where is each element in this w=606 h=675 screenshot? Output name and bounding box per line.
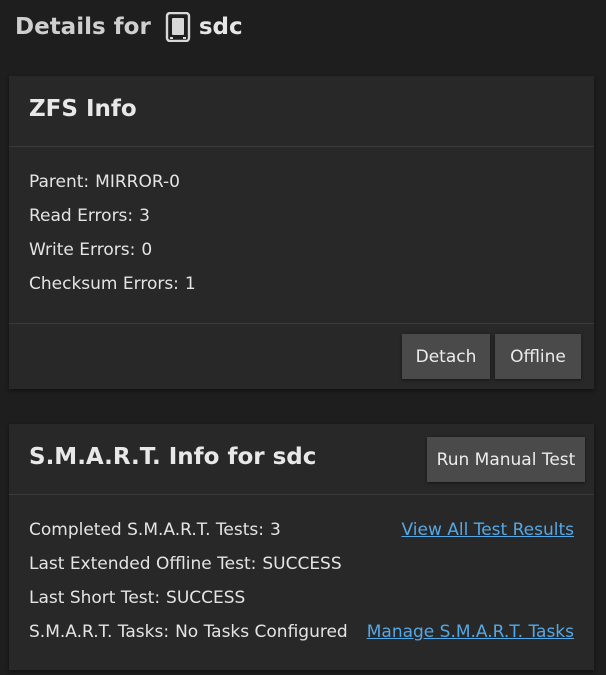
- parent-row: Parent: MIRROR-0: [29, 171, 180, 193]
- disk-name: sdc: [198, 14, 243, 40]
- write-errors-value: 0: [141, 240, 153, 260]
- smart-tasks-label: S.M.A.R.T. Tasks:: [29, 622, 170, 642]
- checksum-errors-value: 1: [184, 274, 196, 294]
- last-short-test-row: Last Short Test: SUCCESS: [29, 587, 245, 609]
- completed-tests-row: Completed S.M.A.R.T. Tests: 3: [29, 519, 281, 541]
- read-errors-row: Read Errors: 3: [29, 205, 150, 227]
- drive-icon: [165, 12, 191, 42]
- parent-label: Parent:: [29, 172, 90, 192]
- read-errors-label: Read Errors:: [29, 206, 134, 226]
- zfs-info-card: ZFS Info Parent: MIRROR-0 Read Errors: 3 W…: [9, 76, 594, 389]
- zfs-title-divider: [9, 146, 594, 147]
- completed-tests-value: 3: [269, 520, 281, 540]
- parent-value: MIRROR-0: [95, 172, 180, 192]
- offline-button[interactable]: Offline: [495, 334, 581, 379]
- page-title: Details for sdc: [15, 8, 243, 46]
- view-all-test-results-link[interactable]: View All Test Results: [402, 519, 575, 541]
- last-extended-test-label: Last Extended Offline Test:: [29, 554, 257, 574]
- last-extended-test-value: SUCCESS: [262, 554, 342, 574]
- completed-tests-label: Completed S.M.A.R.T. Tests:: [29, 520, 264, 540]
- manage-smart-tasks-link[interactable]: Manage S.M.A.R.T. Tasks: [367, 621, 574, 643]
- read-errors-value: 3: [139, 206, 150, 226]
- smart-title-divider: [9, 494, 594, 495]
- smart-tasks-value: No Tasks Configured: [175, 622, 348, 642]
- run-manual-test-button[interactable]: Run Manual Test: [427, 437, 585, 482]
- last-extended-test-row: Last Extended Offline Test: SUCCESS: [29, 553, 342, 575]
- detach-button[interactable]: Detach: [402, 334, 490, 379]
- write-errors-row: Write Errors: 0: [29, 239, 152, 261]
- checksum-errors-row: Checksum Errors: 1: [29, 273, 196, 295]
- smart-info-title: S.M.A.R.T. Info for sdc: [29, 444, 317, 470]
- zfs-actions-divider: [9, 323, 594, 324]
- page-title-prefix: Details for: [15, 14, 151, 40]
- zfs-info-title: ZFS Info: [29, 96, 137, 122]
- last-short-test-value: SUCCESS: [166, 588, 246, 608]
- smart-tasks-row: S.M.A.R.T. Tasks: No Tasks Configured: [29, 621, 348, 643]
- checksum-errors-label: Checksum Errors:: [29, 274, 179, 294]
- last-short-test-label: Last Short Test:: [29, 588, 161, 608]
- smart-info-card: S.M.A.R.T. Info for sdc Run Manual Test …: [9, 424, 594, 670]
- disk-details-page: Details for sdc ZFS Info Parent: MIRROR-0…: [0, 0, 606, 675]
- write-errors-label: Write Errors:: [29, 240, 136, 260]
